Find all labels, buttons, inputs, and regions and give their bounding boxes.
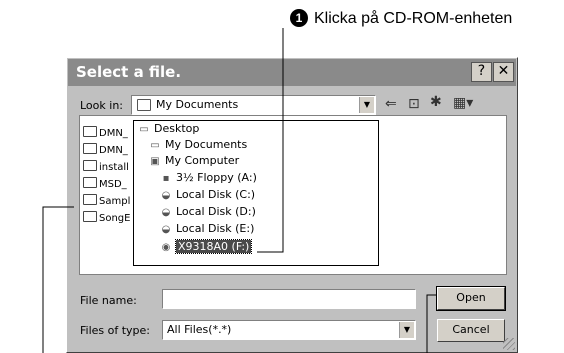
callout-lines <box>42 28 437 353</box>
callout-line-cdrom <box>257 28 284 253</box>
callout-line-file-list <box>42 206 74 353</box>
callout-line-open <box>426 294 437 353</box>
